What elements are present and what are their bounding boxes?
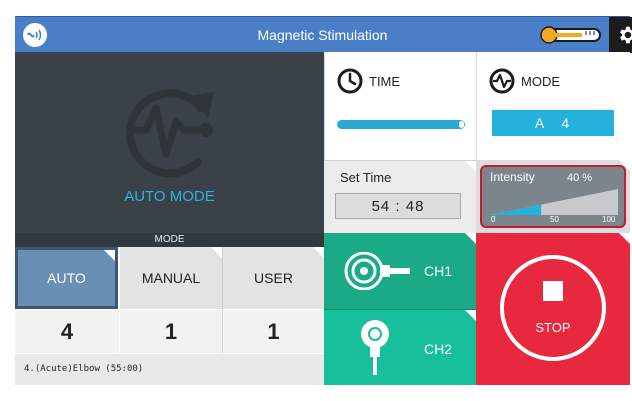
settings-button[interactable] [609, 17, 632, 53]
selected-program-label: 4.(Acute)Elbow (55:00) [15, 354, 324, 385]
handheld-probe-icon [361, 320, 389, 375]
time-label: TIME [369, 74, 401, 89]
intensity-fill [490, 204, 542, 215]
stop-label: STOP [535, 320, 571, 335]
intensity-tick-0: 0 [491, 215, 496, 224]
intensity-frame: Intensity 40 % 0 50 100 [480, 165, 626, 228]
app-root: Magnetic Stimulation AUTO MODE MODE AUTO… [0, 0, 632, 401]
mode-panel: MODE A 4 [476, 52, 630, 160]
gear-icon [620, 26, 632, 44]
intensity-tick-50: 50 [550, 215, 559, 224]
mode-strip-label: MODE [15, 233, 324, 247]
stop-button[interactable]: STOP [476, 233, 630, 385]
intensity-gauge [490, 189, 618, 215]
channel-2-button[interactable]: CH2 [324, 309, 476, 385]
set-time-label: Set Time [340, 170, 392, 185]
mode-label: MODE [521, 74, 560, 89]
tab-manual[interactable]: MANUAL [120, 247, 222, 309]
user-program-count: 1 [222, 310, 324, 353]
waveform-icon [489, 68, 515, 94]
header-bar: Magnetic Stimulation [15, 16, 632, 53]
tab-user-label: USER [254, 270, 293, 286]
channel-2-label: CH2 [424, 341, 453, 357]
intensity-panel[interactable]: Intensity 40 % 0 50 100 [476, 160, 630, 233]
auto-mode-label: AUTO MODE [124, 188, 215, 205]
thermometer-icon [540, 26, 602, 44]
mode-value-button[interactable]: A 4 [492, 110, 614, 136]
tab-auto[interactable]: AUTO [15, 247, 118, 309]
set-time-value: 54 : 48 [335, 193, 461, 219]
channel-1-label: CH1 [424, 263, 453, 279]
tab-user[interactable]: USER [222, 247, 324, 309]
time-panel: TIME [324, 52, 476, 160]
stop-ring [500, 255, 606, 361]
time-progress-bar [337, 120, 465, 129]
auto-mode-icon [126, 89, 214, 178]
channel-1-button[interactable]: CH1 [324, 233, 476, 309]
coil-probe-icon [344, 252, 410, 290]
auto-program-count: 4 [15, 310, 119, 353]
intensity-value: 40 % [567, 172, 593, 184]
header-title: Magnetic Stimulation [257, 27, 388, 43]
intensity-label: Intensity [490, 170, 535, 184]
manual-program-count: 1 [120, 310, 222, 353]
clock-icon [337, 68, 363, 94]
set-time-panel[interactable]: Set Time 54 : 48 [324, 160, 476, 233]
tab-auto-label: AUTO [47, 270, 86, 286]
auto-mode-panel: AUTO MODE [15, 52, 324, 233]
tab-manual-label: MANUAL [141, 270, 201, 286]
intensity-tick-100: 100 [602, 215, 616, 224]
stop-icon [543, 281, 563, 301]
